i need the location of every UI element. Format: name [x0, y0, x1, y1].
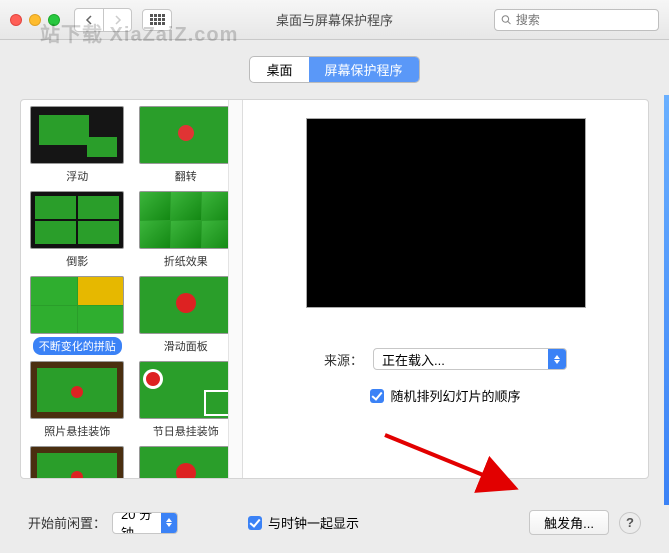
minimize-window-button[interactable] — [29, 14, 41, 26]
show-all-button[interactable] — [142, 9, 172, 31]
close-window-button[interactable] — [10, 14, 22, 26]
screensaver-preview[interactable] — [306, 118, 586, 308]
source-label: 来源： — [324, 350, 363, 369]
idle-time-select[interactable]: 20 分钟 — [112, 512, 178, 534]
screensaver-item-photo-wall[interactable]: 照片悬挂装饰 — [27, 361, 128, 440]
screensaver-item-reflections[interactable]: 倒影 — [27, 191, 128, 270]
chevron-updown-icon — [548, 349, 566, 369]
idle-time-value: 20 分钟 — [121, 512, 161, 534]
screensaver-item-sliding-panels[interactable]: 滑动面板 — [136, 276, 237, 355]
scrollbar[interactable] — [228, 100, 242, 478]
search-field[interactable] — [494, 9, 659, 31]
zoom-window-button[interactable] — [48, 14, 60, 26]
bottom-bar: 开始前闲置： 20 分钟 与时钟一起显示 触发角... ? — [0, 510, 669, 535]
help-button[interactable]: ? — [619, 512, 641, 534]
screensaver-item-shifting-tiles[interactable]: 不断变化的拼贴 — [27, 276, 128, 355]
back-forward-buttons — [74, 8, 132, 32]
window-edge-decoration — [664, 95, 669, 505]
tab-desktop[interactable]: 桌面 — [250, 57, 308, 82]
traffic-lights — [10, 14, 60, 26]
back-button[interactable] — [75, 9, 103, 31]
screensaver-item-origami[interactable]: 折纸效果 — [136, 191, 237, 270]
content-panel: 浮动 翻转 倒影 折纸效果 不断变化的拼贴 滑动面板 照片悬挂装饰 节日悬挂装饰 — [20, 99, 649, 479]
screensaver-item-flipup[interactable]: 翻转 — [136, 106, 237, 185]
random-order-checkbox[interactable] — [370, 389, 384, 403]
source-select[interactable]: 正在载入... — [373, 348, 567, 370]
forward-button[interactable] — [103, 9, 131, 31]
grid-icon — [150, 14, 165, 25]
window-titlebar: 桌面与屏幕保护程序 — [0, 0, 669, 40]
hot-corners-button[interactable]: 触发角... — [529, 510, 609, 535]
tab-screensaver[interactable]: 屏幕保护程序 — [309, 57, 419, 82]
show-clock-checkbox[interactable] — [248, 516, 262, 530]
screensaver-item-floating[interactable]: 浮动 — [27, 106, 128, 185]
screensaver-list[interactable]: 浮动 翻转 倒影 折纸效果 不断变化的拼贴 滑动面板 照片悬挂装饰 节日悬挂装饰 — [21, 100, 243, 478]
source-select-value: 正在载入... — [382, 350, 445, 369]
search-input[interactable] — [516, 13, 652, 27]
show-clock-label: 与时钟一起显示 — [268, 513, 359, 532]
screensaver-item-partial-1[interactable] — [27, 446, 128, 478]
random-order-label: 随机排列幻灯片的顺序 — [390, 386, 520, 405]
tab-segmented-control: 桌面 屏幕保护程序 — [249, 56, 419, 83]
screensaver-item-partial-2[interactable] — [136, 446, 237, 478]
screensaver-item-holiday-mobile[interactable]: 节日悬挂装饰 — [136, 361, 237, 440]
idle-label: 开始前闲置： — [28, 513, 106, 532]
chevron-updown-icon — [161, 513, 177, 533]
search-icon — [501, 14, 512, 26]
preview-panel: 来源： 正在载入... 随机排列幻灯片的顺序 — [243, 100, 648, 478]
